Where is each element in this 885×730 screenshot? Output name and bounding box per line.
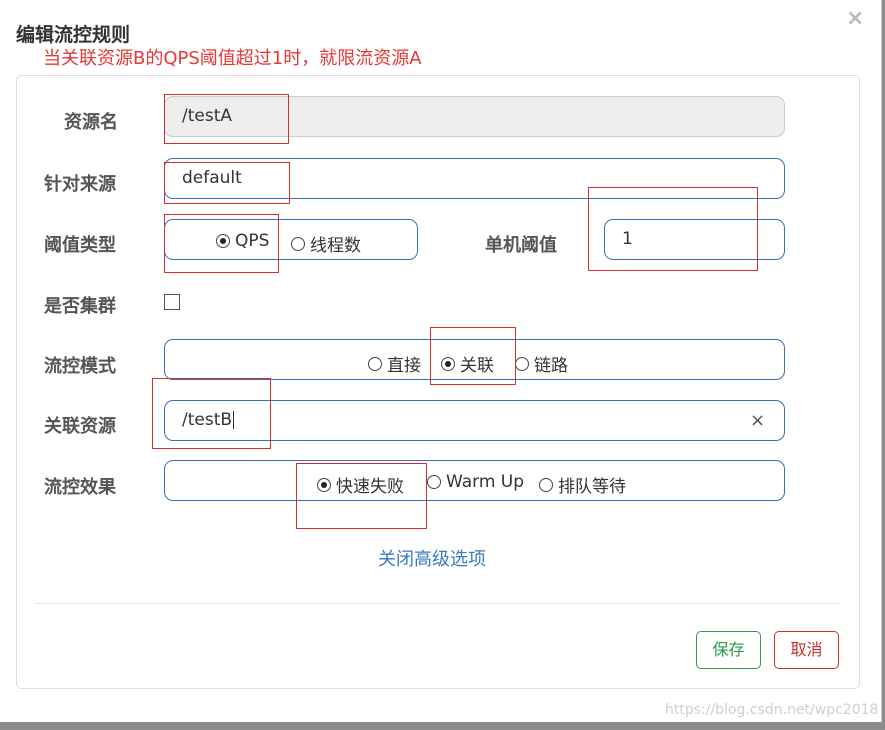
cluster-label: 是否集群	[44, 296, 116, 317]
control-effect-label: 流控效果	[44, 477, 116, 498]
edit-flow-rule-dialog: 编辑流控规则 当关联资源B的QPS阈值超过1时，就限流资源A × 资源名 /te…	[0, 0, 882, 722]
control-effect-radio-group: 快速失败 Warm Up 排队等待	[164, 460, 785, 501]
radio-selected-icon	[216, 234, 230, 248]
origin-input[interactable]: default	[164, 158, 785, 199]
radio-selected-icon	[441, 356, 455, 371]
radio-related[interactable]: 关联	[441, 351, 494, 376]
related-resource-label: 关联资源	[44, 416, 116, 437]
radio-unselected-icon	[368, 356, 382, 371]
radio-warm-up-label: Warm Up	[446, 472, 525, 492]
text-cursor	[233, 411, 235, 429]
origin-label: 针对来源	[44, 174, 116, 195]
radio-direct-label: 直接	[387, 356, 421, 376]
radio-queue-label: 排队等待	[558, 477, 626, 497]
save-button[interactable]: 保存	[696, 631, 761, 669]
annotation-note: 当关联资源B的QPS阈值超过1时，就限流资源A	[43, 48, 422, 69]
radio-unselected-icon	[427, 475, 441, 489]
radio-fast-fail-label: 快速失败	[336, 477, 404, 497]
divider	[36, 603, 839, 604]
cluster-checkbox[interactable]	[164, 294, 180, 310]
radio-direct[interactable]: 直接	[368, 351, 421, 376]
radio-unselected-icon	[539, 477, 553, 492]
watermark: https://blog.csdn.net/wpc2018	[665, 702, 879, 718]
radio-thread-count[interactable]: 线程数	[291, 231, 361, 256]
radio-qps-label: QPS	[235, 231, 270, 251]
resource-label: 资源名	[64, 112, 118, 133]
radio-selected-icon	[317, 477, 331, 492]
threshold-type-label: 阈值类型	[44, 235, 116, 256]
radio-warm-up[interactable]: Warm Up	[427, 472, 524, 492]
resource-name-input: /testA	[164, 96, 785, 137]
radio-thread-count-label: 线程数	[310, 236, 361, 256]
clear-icon[interactable]: ×	[750, 410, 765, 431]
radio-fast-fail[interactable]: 快速失败	[317, 472, 404, 497]
dialog-title: 编辑流控规则	[16, 24, 131, 46]
radio-qps[interactable]: QPS	[216, 231, 269, 251]
cancel-button[interactable]: 取消	[774, 631, 839, 669]
radio-related-label: 关联	[460, 356, 494, 376]
threshold-type-radio-group: QPS 线程数	[164, 219, 418, 260]
radio-chain-label: 链路	[534, 356, 568, 376]
radio-queue[interactable]: 排队等待	[539, 472, 626, 497]
close-advanced-options-link[interactable]: 关闭高级选项	[378, 545, 486, 571]
single-threshold-input[interactable]: 1	[604, 219, 785, 260]
single-threshold-label: 单机阈值	[485, 235, 557, 256]
radio-unselected-icon	[291, 236, 305, 251]
radio-chain[interactable]: 链路	[515, 351, 568, 376]
close-icon[interactable]: ×	[846, 6, 864, 31]
related-resource-input[interactable]: /testB	[164, 400, 785, 441]
flow-mode-radio-group: 直接 关联 链路	[164, 339, 785, 380]
radio-unselected-icon	[515, 356, 529, 371]
flow-mode-label: 流控模式	[44, 356, 116, 377]
related-resource-value: /testB	[182, 410, 233, 430]
